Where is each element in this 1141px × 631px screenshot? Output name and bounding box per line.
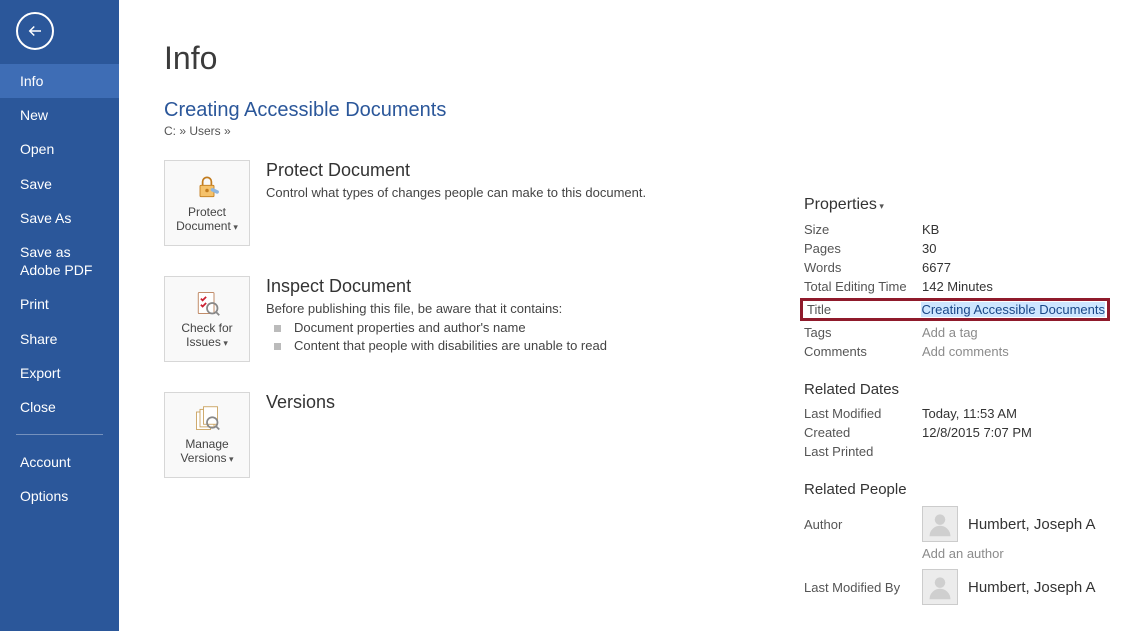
chevron-down-icon xyxy=(231,219,238,233)
prop-title: Title Creating Accessible Documents xyxy=(800,298,1110,321)
document-title: Creating Accessible Documents xyxy=(164,99,784,122)
prop-last-modified: Last Modified Today, 11:53 AM xyxy=(804,406,1104,421)
chevron-down-icon xyxy=(221,335,228,349)
related-dates-heading: Related Dates xyxy=(804,381,1104,398)
nav-options[interactable]: Options xyxy=(0,479,119,513)
prop-pages-label: Pages xyxy=(804,241,922,256)
chevron-down-icon xyxy=(227,451,234,465)
inspect-section: Check for Issues Inspect Document Before… xyxy=(164,276,784,362)
nav-open[interactable]: Open xyxy=(0,132,119,166)
properties-panel: Properties Size KB Pages 30 Words 6677 T… xyxy=(804,40,1104,631)
properties-heading[interactable]: Properties xyxy=(804,196,1104,214)
content-column: Info Creating Accessible Documents C: » … xyxy=(164,40,784,631)
add-author[interactable]: Add an author xyxy=(922,546,1104,561)
prop-words-value: 6677 xyxy=(922,260,1104,275)
prop-size-value: KB xyxy=(922,222,1104,237)
page-title: Info xyxy=(164,40,784,77)
prop-tags-value[interactable]: Add a tag xyxy=(922,325,1104,340)
prop-size: Size KB xyxy=(804,222,1104,237)
inspect-bullet: Document properties and author's name xyxy=(274,320,607,335)
checklist-icon xyxy=(192,289,222,317)
inspect-text: Before publishing this file, be aware th… xyxy=(266,301,607,316)
protect-document-button[interactable]: Protect Document xyxy=(164,160,250,246)
prop-words-label: Words xyxy=(804,260,922,275)
prop-size-label: Size xyxy=(804,222,922,237)
versions-heading: Versions xyxy=(266,392,335,413)
versions-section: Manage Versions Versions xyxy=(164,392,784,478)
last-modified-by-row: Last Modified By Humbert, Joseph A xyxy=(804,569,1104,605)
inspect-bullets: Document properties and author's name Co… xyxy=(266,320,607,353)
document-path: C: » Users » xyxy=(164,124,784,138)
prop-created-value: 12/8/2015 7:07 PM xyxy=(922,425,1104,440)
prop-editing-value: 142 Minutes xyxy=(922,279,1104,294)
prop-pages: Pages 30 xyxy=(804,241,1104,256)
last-modified-by-label: Last Modified By xyxy=(804,580,922,595)
protect-text: Control what types of changes people can… xyxy=(266,185,646,200)
prop-tags-label: Tags xyxy=(804,325,922,340)
prop-last-modified-value: Today, 11:53 AM xyxy=(922,406,1104,421)
inspect-heading: Inspect Document xyxy=(266,276,607,297)
nav-separator xyxy=(16,434,103,435)
prop-created: Created 12/8/2015 7:07 PM xyxy=(804,425,1104,440)
prop-last-modified-label: Last Modified xyxy=(804,406,922,421)
prop-comments-label: Comments xyxy=(804,344,922,359)
prop-comments-value[interactable]: Add comments xyxy=(922,344,1104,359)
versions-tile-label: Manage Versions xyxy=(180,437,228,465)
nav-save[interactable]: Save xyxy=(0,167,119,201)
nav-close[interactable]: Close xyxy=(0,390,119,424)
prop-title-label: Title xyxy=(805,302,921,317)
avatar xyxy=(922,506,958,542)
check-issues-button[interactable]: Check for Issues xyxy=(164,276,250,362)
prop-comments: Comments Add comments xyxy=(804,344,1104,359)
author-name[interactable]: Humbert, Joseph A xyxy=(968,516,1096,533)
nav-save-adobe-pdf[interactable]: Save as Adobe PDF xyxy=(0,235,119,287)
lock-icon xyxy=(192,173,222,201)
prop-title-value[interactable]: Creating Accessible Documents xyxy=(921,302,1105,317)
nav-info[interactable]: Info xyxy=(0,64,119,98)
main-area: Info Creating Accessible Documents C: » … xyxy=(119,0,1141,631)
prop-words: Words 6677 xyxy=(804,260,1104,275)
protect-heading: Protect Document xyxy=(266,160,646,181)
prop-created-label: Created xyxy=(804,425,922,440)
prop-pages-value: 30 xyxy=(922,241,1104,256)
related-people-heading: Related People xyxy=(804,481,1104,498)
nav-export[interactable]: Export xyxy=(0,356,119,390)
backstage-sidebar: Info New Open Save Save As Save as Adobe… xyxy=(0,0,119,631)
versions-icon xyxy=(192,405,222,433)
avatar xyxy=(922,569,958,605)
author-row: Author Humbert, Joseph A xyxy=(804,506,1104,542)
last-modified-by-name[interactable]: Humbert, Joseph A xyxy=(968,579,1096,596)
nav-save-as[interactable]: Save As xyxy=(0,201,119,235)
inspect-bullet: Content that people with disabilities ar… xyxy=(274,338,607,353)
prop-editing-time: Total Editing Time 142 Minutes xyxy=(804,279,1104,294)
arrow-left-icon xyxy=(26,22,44,40)
person-icon xyxy=(926,510,954,538)
manage-versions-button[interactable]: Manage Versions xyxy=(164,392,250,478)
prop-last-printed-label: Last Printed xyxy=(804,444,922,459)
back-button[interactable] xyxy=(16,12,54,50)
prop-tags: Tags Add a tag xyxy=(804,325,1104,340)
nav-account[interactable]: Account xyxy=(0,445,119,479)
nav-new[interactable]: New xyxy=(0,98,119,132)
nav-share[interactable]: Share xyxy=(0,322,119,356)
person-icon xyxy=(926,573,954,601)
chevron-down-icon xyxy=(877,196,884,213)
protect-section: Protect Document Protect Document Contro… xyxy=(164,160,784,246)
nav-print[interactable]: Print xyxy=(0,287,119,321)
author-label: Author xyxy=(804,517,922,532)
protect-tile-label: Protect Document xyxy=(176,205,231,233)
prop-last-printed: Last Printed xyxy=(804,444,1104,459)
prop-editing-label: Total Editing Time xyxy=(804,279,922,294)
properties-heading-label: Properties xyxy=(804,196,877,213)
